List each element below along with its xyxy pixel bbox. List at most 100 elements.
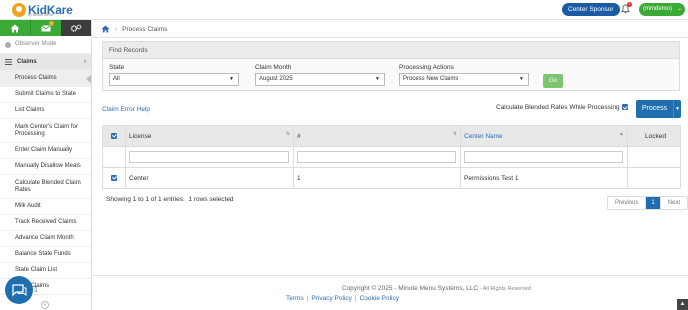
sidebar-item-milk-audit[interactable]: Milk Audit [0, 199, 91, 215]
claims-table: License ⇅ # ⇅ Center Name ▲ Locked Center 1… [102, 125, 681, 189]
claim-month-select[interactable]: August 2025 ▼ [255, 73, 385, 86]
cookie-policy-link[interactable]: Cookie Policy [360, 295, 399, 302]
blended-rates-option: Calculate Blended Rates While Processing [496, 104, 629, 111]
processing-actions-select[interactable]: Process New Claims ▼ [399, 73, 529, 86]
table-header-row: License ⇅ # ⇅ Center Name ▲ Locked [102, 125, 681, 147]
license-cell: Center [125, 167, 294, 189]
column-header-license[interactable]: License ⇅ [125, 125, 294, 147]
collapse-sidebar-button[interactable]: « [41, 301, 49, 309]
main-content: › Process Claims Find Records State All ▼… [93, 20, 688, 310]
state-label: State [109, 64, 125, 71]
claim-error-help-link[interactable]: Claim Error Help [102, 106, 150, 113]
go-button[interactable]: Go [543, 74, 563, 88]
processing-actions-label: Processing Actions [399, 64, 454, 71]
link-separator: | [306, 295, 309, 302]
sidebar-item-track-received[interactable]: Track Received Claims [0, 215, 91, 231]
sidebar-section-label: Claims [17, 58, 37, 65]
chat-button[interactable] [5, 276, 33, 304]
center-sponsor-button[interactable]: Center Sponsor [562, 3, 620, 16]
sidebar-item-label: Balance State Funds [15, 251, 71, 257]
filter-cell [102, 146, 126, 168]
sidebar-item-label: State Claim List [15, 267, 58, 273]
column-header-label: Center Name [464, 132, 503, 140]
blended-rates-checkbox[interactable] [622, 104, 629, 111]
state-select[interactable]: All ▼ [109, 73, 239, 86]
observer-icon [5, 41, 11, 48]
sidebar-item-label: Advance Claim Month [15, 235, 74, 241]
row-checkbox[interactable] [111, 174, 117, 181]
sidebar-item-enter-claim-manually[interactable]: Enter Claim Manually [0, 143, 91, 159]
terms-link[interactable]: Terms [286, 295, 304, 302]
sort-icon: ⇅ [452, 131, 457, 137]
chat-icon [12, 284, 27, 297]
dropdown-arrow-icon: ▼ [375, 76, 380, 82]
sidebar-item-process-claims[interactable]: Process Claims [0, 71, 91, 87]
page-1-button[interactable]: 1 [646, 197, 661, 209]
claim-month-value: August 2025 [259, 76, 293, 82]
blended-rates-label: Calculate Blended Rates While Processing [496, 104, 620, 111]
user-menu-button[interactable]: (mmdemo) ⌄ [639, 3, 685, 16]
row-select-cell [102, 167, 126, 189]
sidebar-item-advance-month[interactable]: Advance Claim Month [0, 231, 91, 247]
sidebar-item-balance-funds[interactable]: Balance State Funds [0, 247, 91, 263]
license-filter-input[interactable] [129, 150, 289, 163]
sidebar-item-submit-claims[interactable]: Submit Claims to State [0, 87, 91, 103]
next-page-button[interactable]: Next [661, 197, 687, 209]
dropdown-arrow-icon: ▼ [519, 76, 524, 82]
center-name-cell: Permissions Test 1 [460, 167, 628, 189]
home-nav-button[interactable] [0, 20, 30, 36]
filter-cell [125, 146, 294, 168]
find-records-title: Find Records [103, 42, 679, 59]
link-separator: | [354, 295, 357, 302]
filter-cell [293, 146, 461, 168]
find-records-panel: Find Records State All ▼ Claim Month Augu… [102, 41, 680, 91]
sidebar-item-list-claims[interactable]: List Claims [0, 103, 91, 119]
sidebar-item-blended-rates[interactable]: Calculate Blended Claim Rates [0, 175, 91, 199]
sidebar-item-label: Enter Claim Manually [15, 147, 73, 153]
locked-cell [627, 167, 681, 189]
state-select-value: All [113, 76, 120, 82]
mail-nav-button[interactable]: 1 [30, 20, 61, 36]
settings-nav-button[interactable] [61, 20, 91, 36]
number-cell: 1 [293, 167, 461, 189]
sidebar-item-mark-centers-claim[interactable]: Mark Center's Claim for Processing [0, 119, 91, 143]
dropdown-arrow-icon: ▼ [229, 76, 234, 82]
logo-subtitle: by Minute Menu [28, 13, 53, 17]
column-header-label: # [297, 132, 301, 140]
home-icon[interactable] [101, 25, 110, 33]
chevron-down-icon: ⌄ [676, 6, 682, 12]
sidebar-icon-row: 1 [0, 20, 91, 36]
claim-month-label: Claim Month [255, 64, 292, 71]
divider [93, 37, 688, 38]
sidebar-item-label: Calculate Blended Claim Rates [15, 179, 81, 193]
table-row[interactable]: Center 1 Permissions Test 1 [102, 167, 681, 189]
more-dots-icon[interactable]: ⁞⁞ [34, 285, 38, 294]
sidebar-item-label: Mark Center's Claim for Processing [15, 123, 78, 137]
mail-badge: 1 [49, 21, 54, 26]
rights-text: - All Rights Reserved [478, 286, 531, 292]
top-bar: KidKare by Minute Menu Center Sponsor 1 … [0, 0, 688, 20]
breadcrumb-separator: › [115, 25, 118, 33]
previous-page-button[interactable]: Previous [608, 197, 647, 209]
processing-actions-value: Process New Claims [403, 76, 459, 82]
privacy-policy-link[interactable]: Privacy Policy [311, 295, 351, 302]
sidebar-section-claims[interactable]: Claims › [0, 54, 91, 71]
sidebar-item-observer-mode[interactable]: Observer Mode [0, 36, 91, 54]
sidebar-item-label: Manually Disallow Meals [15, 163, 81, 169]
select-all-checkbox[interactable] [111, 132, 117, 139]
column-header-number[interactable]: # ⇅ [293, 125, 461, 147]
process-button[interactable]: Process ▼ [636, 100, 681, 118]
column-header-label: Locked [645, 132, 666, 140]
footer-divider [93, 275, 688, 276]
caret-down-icon[interactable]: ▼ [673, 100, 681, 118]
column-header-center-name[interactable]: Center Name ▲ [460, 125, 628, 147]
column-header-label: License [129, 132, 152, 140]
number-filter-input[interactable] [297, 150, 456, 163]
chevron-right-icon: › [84, 58, 86, 65]
center-name-filter-input[interactable] [464, 150, 623, 163]
gears-icon [70, 24, 82, 32]
scroll-to-top-button[interactable]: ▲ [677, 299, 688, 310]
sidebar-item-label: List Claims [15, 107, 45, 113]
sidebar-item-disallow-meals[interactable]: Manually Disallow Meals [0, 159, 91, 175]
sidebar-item-label: Observer Mode [15, 41, 57, 47]
